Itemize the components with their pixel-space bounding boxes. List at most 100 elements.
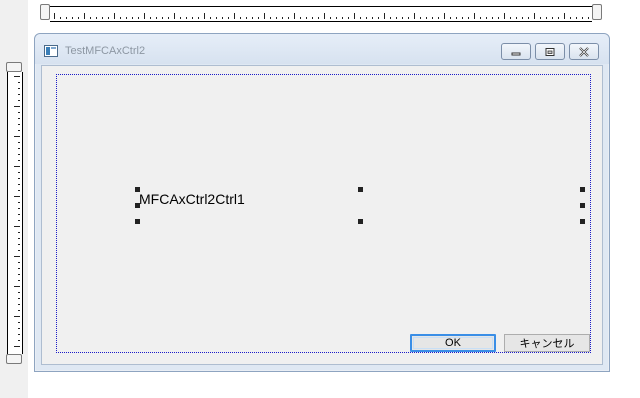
ruler-tick xyxy=(384,13,385,19)
ruler-tick xyxy=(486,17,487,19)
ok-button[interactable]: OK xyxy=(410,334,496,352)
ruler-tick xyxy=(528,17,529,19)
ruler-tick xyxy=(366,17,367,19)
ruler-tick xyxy=(276,17,277,19)
ruler-tick xyxy=(222,17,223,19)
selection-handle[interactable] xyxy=(135,203,140,208)
ruler-tick xyxy=(450,17,451,19)
ruler-tick xyxy=(14,136,20,137)
ruler-tick xyxy=(414,13,415,19)
ruler-tick xyxy=(18,154,20,155)
ruler-tick xyxy=(18,190,20,191)
ruler-tick xyxy=(96,17,97,19)
ruler-tick xyxy=(18,268,20,269)
ruler-tick xyxy=(126,17,127,19)
ruler-tick xyxy=(138,17,139,19)
ruler-tick xyxy=(18,118,20,119)
ruler-tick xyxy=(90,17,91,19)
ruler-tick xyxy=(18,244,20,245)
ruler-tick xyxy=(444,13,445,19)
selection-handle[interactable] xyxy=(580,187,585,192)
ruler-tick xyxy=(342,17,343,19)
vertical-ruler-top-handle[interactable] xyxy=(6,62,22,72)
ruler-tick xyxy=(360,17,361,19)
ruler-tick xyxy=(312,17,313,19)
ruler-tick xyxy=(174,13,175,19)
ruler-tick xyxy=(14,286,20,287)
ruler-tick xyxy=(120,17,121,19)
ruler-tick xyxy=(510,17,511,19)
vertical-ruler-bottom-handle[interactable] xyxy=(6,354,22,364)
ruler-tick xyxy=(300,17,301,19)
vertical-ruler xyxy=(5,62,23,364)
ruler-tick xyxy=(282,17,283,19)
ruler-tick xyxy=(552,17,553,19)
ruler-tick xyxy=(252,17,253,19)
ruler-tick xyxy=(504,13,505,19)
selection-handle[interactable] xyxy=(358,219,363,224)
ruler-tick xyxy=(462,17,463,19)
ruler-tick xyxy=(180,17,181,19)
ruler-tick xyxy=(420,17,421,19)
ruler-tick xyxy=(354,13,355,19)
ruler-tick xyxy=(264,13,265,19)
ruler-tick xyxy=(18,172,20,173)
ruler-tick xyxy=(18,274,20,275)
minimize-button[interactable] xyxy=(501,43,531,60)
ruler-tick xyxy=(168,17,169,19)
close-icon xyxy=(579,46,589,57)
ruler-tick xyxy=(396,17,397,19)
cancel-button[interactable]: キャンセル xyxy=(504,334,590,352)
maximize-button[interactable] xyxy=(535,43,565,60)
ruler-tick xyxy=(474,13,475,19)
selection-handle[interactable] xyxy=(135,219,140,224)
ruler-tick xyxy=(372,17,373,19)
close-button[interactable] xyxy=(569,43,599,60)
ruler-tick xyxy=(186,17,187,19)
ruler-tick xyxy=(318,17,319,19)
ruler-tick xyxy=(18,238,20,239)
ruler-tick xyxy=(18,214,20,215)
ruler-tick xyxy=(14,316,20,317)
ruler-tick xyxy=(108,17,109,19)
window-title: TestMFCAxCtrl2 xyxy=(65,45,146,57)
ruler-tick xyxy=(150,17,151,19)
ruler-tick xyxy=(390,17,391,19)
ruler-tick xyxy=(330,17,331,19)
vertical-ruler-track xyxy=(7,72,23,354)
ruler-tick xyxy=(14,196,20,197)
app-icon xyxy=(44,45,58,57)
selection-handle[interactable] xyxy=(358,187,363,192)
ruler-tick xyxy=(324,13,325,19)
ruler-tick xyxy=(234,13,235,19)
ruler-tick xyxy=(18,310,20,311)
ruler-tick xyxy=(456,17,457,19)
ruler-tick xyxy=(336,17,337,19)
horizontal-ruler-left-handle[interactable] xyxy=(40,4,50,20)
selection-handle[interactable] xyxy=(135,187,140,192)
ruler-tick xyxy=(18,304,20,305)
selection-handle[interactable] xyxy=(580,203,585,208)
ruler-tick xyxy=(18,88,20,89)
ruler-tick xyxy=(258,17,259,19)
ruler-tick xyxy=(306,17,307,19)
horizontal-ruler-right-handle[interactable] xyxy=(592,4,602,20)
ruler-tick xyxy=(18,250,20,251)
ruler-tick xyxy=(18,322,20,323)
selection-handle[interactable] xyxy=(580,219,585,224)
ruler-tick xyxy=(402,17,403,19)
ruler-tick xyxy=(564,13,565,19)
ruler-tick xyxy=(18,178,20,179)
ruler-tick xyxy=(102,17,103,19)
ruler-tick xyxy=(18,232,20,233)
ruler-tick xyxy=(18,160,20,161)
ruler-tick xyxy=(498,17,499,19)
ruler-tick xyxy=(14,166,20,167)
ruler-tick xyxy=(14,106,20,107)
activex-control[interactable]: MFCAxCtrl2Ctrl1 xyxy=(139,191,245,207)
ruler-tick xyxy=(546,17,547,19)
ruler-tick xyxy=(18,112,20,113)
title-bar[interactable]: TestMFCAxCtrl2 xyxy=(35,34,609,64)
ruler-tick xyxy=(18,334,20,335)
ruler-tick xyxy=(18,220,20,221)
